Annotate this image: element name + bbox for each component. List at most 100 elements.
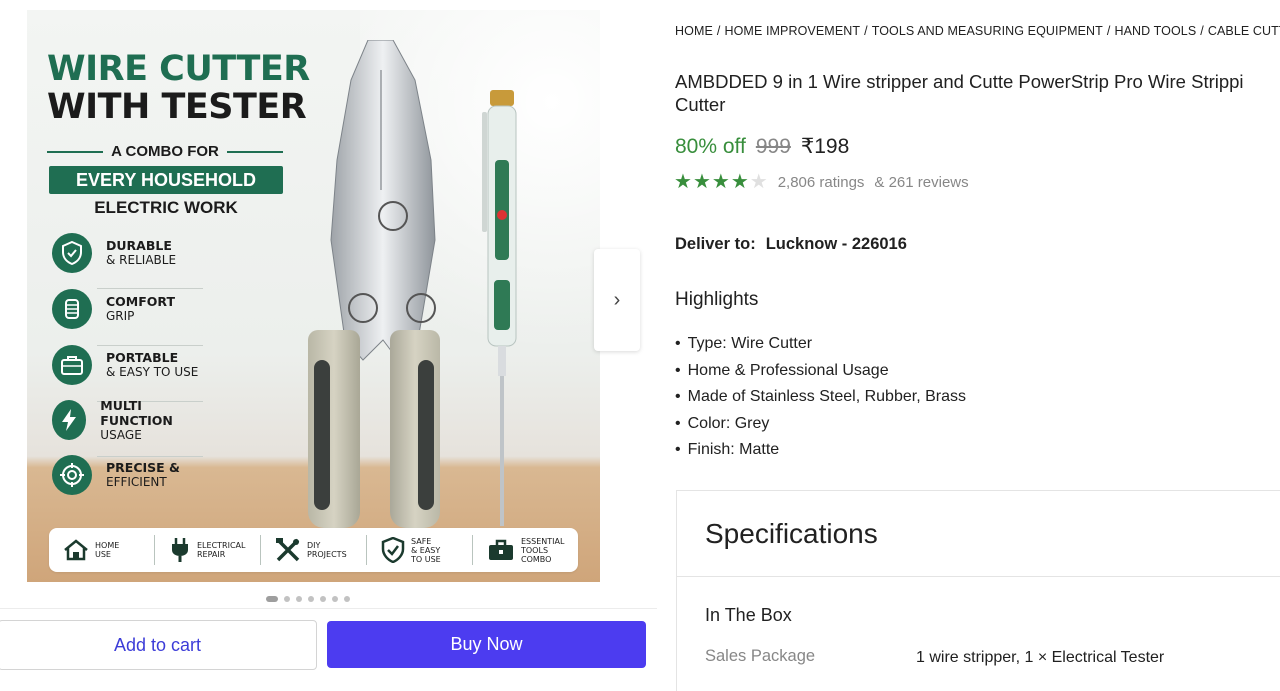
feature-precise: PRECISE & EFFICIENT xyxy=(52,451,202,499)
in-the-box-heading: In The Box xyxy=(705,605,792,625)
highlights-heading: Highlights xyxy=(675,289,759,310)
feature-title: PRECISE & xyxy=(106,460,180,475)
feature-multi-function: MULTI FUNCTION USAGE xyxy=(52,396,202,444)
add-to-cart-button[interactable]: Add to cart xyxy=(0,620,317,670)
breadcrumb-tools-measuring[interactable]: TOOLS AND MEASURING EQUIPMENT xyxy=(872,24,1103,38)
wire-stripper-jaw xyxy=(330,40,436,361)
usage-label: SAFE xyxy=(411,536,432,546)
highlight-item: Finish: Matte xyxy=(675,437,966,464)
sales-package-label: Sales Package xyxy=(705,647,816,665)
star-icon: ★ xyxy=(692,171,711,193)
voltage-tester-screwdriver xyxy=(482,90,517,526)
highlight-item: Made of Stainless Steel, Rubber, Brass xyxy=(675,384,966,411)
feature-sub: & EASY TO USE xyxy=(106,365,199,379)
carousel-dot[interactable] xyxy=(296,596,302,602)
specifications-heading: Specifications xyxy=(705,518,878,549)
usage-essential: ESSENTIAL TOOLS COMBO xyxy=(473,535,578,565)
carousel-dot[interactable] xyxy=(344,596,350,602)
feature-sub: & RELIABLE xyxy=(106,253,177,267)
carousel-dot[interactable] xyxy=(266,596,278,602)
usage-label: REPAIR xyxy=(197,550,226,559)
star-icon: ★ xyxy=(711,171,730,193)
feature-sub: GRIP xyxy=(106,309,135,323)
plier-handle-right xyxy=(390,330,440,528)
highlight-item: Home & Professional Usage xyxy=(675,358,966,385)
highlights-list: Type: Wire Cutter Home & Professional Us… xyxy=(675,331,966,464)
plier-handle-left xyxy=(308,330,360,528)
carousel-dots xyxy=(266,596,350,602)
breadcrumb-home[interactable]: HOME xyxy=(675,24,713,38)
shield-icon xyxy=(52,233,92,273)
star-icon: ★ xyxy=(674,171,692,193)
chevron-right-icon: › xyxy=(613,288,621,311)
breadcrumb: HOME / HOME IMPROVEMENT / TOOLS AND MEASURIN… xyxy=(675,24,1280,38)
feature-portable: PORTABLE & EASY TO USE xyxy=(52,341,202,389)
divider xyxy=(0,608,657,609)
usage-diy: DIY PROJECTS xyxy=(261,535,367,565)
combo-text: A COMBO FOR xyxy=(111,143,219,160)
breadcrumb-home-improvement[interactable]: HOME IMPROVEMENT xyxy=(724,24,860,38)
usage-label: & EASY xyxy=(411,545,441,555)
usage-label: DIY xyxy=(307,541,321,550)
usage-label: PROJECTS xyxy=(307,550,347,559)
target-icon xyxy=(52,455,92,495)
delivery-pincode[interactable]: Lucknow - 226016 xyxy=(766,235,907,253)
feature-title: COMFORT xyxy=(106,294,175,309)
delivery-location[interactable]: Deliver to: Lucknow - 226016 xyxy=(675,235,907,254)
product-image[interactable]: WIRE CUTTER WITH TESTER A COMBO FOR EVER… xyxy=(27,10,600,582)
highlight-item: Color: Grey xyxy=(675,411,966,438)
briefcase-icon xyxy=(52,345,92,385)
feature-title: MULTI FUNCTION xyxy=(100,397,173,428)
carousel-dot[interactable] xyxy=(320,596,326,602)
carousel-dot[interactable] xyxy=(308,596,314,602)
carousel-dot[interactable] xyxy=(284,596,290,602)
usage-electrical: ELECTRICAL REPAIR xyxy=(155,535,261,565)
usage-label: HOME xyxy=(95,541,120,550)
plug-icon xyxy=(172,538,188,562)
product-title: AMBDDED 9 in 1 Wire stripper and Cutte P… xyxy=(675,70,1280,116)
toolbox-icon xyxy=(489,539,513,560)
feature-sub: USAGE xyxy=(100,427,142,442)
price-row: 80% off 999 ₹198 xyxy=(675,134,849,159)
usage-label: ESSENTIAL xyxy=(521,536,565,546)
specifications-card: Specifications In The Box Sales Package … xyxy=(676,490,1280,691)
feature-comfort: COMFORT GRIP xyxy=(52,285,202,333)
reviews-count[interactable]: & 261 reviews xyxy=(874,174,968,191)
star-rating: ★ ★ ★ ★ ★ xyxy=(674,172,768,192)
breadcrumb-hand-tools[interactable]: HAND TOOLS xyxy=(1114,24,1196,38)
household-banner: EVERY HOUSEHOLD xyxy=(49,166,283,194)
usage-label: TOOLS xyxy=(521,545,549,555)
divider xyxy=(677,576,1280,577)
feature-sub: EFFICIENT xyxy=(106,475,167,489)
current-price: ₹198 xyxy=(800,135,850,158)
carousel-next-button[interactable]: › xyxy=(594,249,640,351)
rating-row[interactable]: ★ ★ ★ ★ ★ 2,806 ratings & 261 reviews xyxy=(674,172,969,192)
usage-label: USE xyxy=(95,550,111,559)
delivery-label: Deliver to: xyxy=(675,235,756,253)
breadcrumb-cable-cutters[interactable]: CABLE CUTTERS xyxy=(1208,24,1280,38)
carousel-dot[interactable] xyxy=(332,596,338,602)
ratings-count[interactable]: 2,806 ratings xyxy=(778,174,865,191)
usage-strip: HOME USE ELECTRICAL REPAIR DIY PROJECTS SAF… xyxy=(49,528,578,572)
star-icon: ★ xyxy=(730,171,749,193)
discount-percent: 80% off xyxy=(675,135,746,158)
feature-title: PORTABLE xyxy=(106,350,179,365)
buy-now-button[interactable]: Buy Now xyxy=(327,621,646,668)
feature-durable: DURABLE & RELIABLE xyxy=(52,229,202,277)
usage-home: HOME USE xyxy=(49,535,155,565)
feature-title: DURABLE xyxy=(106,238,172,253)
home-icon xyxy=(64,539,88,561)
highlight-item: Type: Wire Cutter xyxy=(675,331,966,358)
electric-work-text: ELECTRIC WORK xyxy=(94,198,238,217)
shield-check-icon xyxy=(381,537,405,563)
hand-grip-icon xyxy=(52,289,92,329)
star-icon: ★ xyxy=(749,171,768,193)
usage-label: TO USE xyxy=(411,554,441,564)
headline-line-2: WITH TESTER xyxy=(47,87,307,127)
usage-label: ELECTRICAL xyxy=(197,541,246,550)
original-price: 999 xyxy=(755,135,791,158)
image-headline: WIRE CUTTER WITH TESTER xyxy=(47,50,310,126)
product-title-line-2: Cutter xyxy=(675,94,726,115)
headline-line-1: WIRE CUTTER xyxy=(47,49,310,89)
sales-package-value: 1 wire stripper, 1 × Electrical Tester xyxy=(916,649,1165,666)
